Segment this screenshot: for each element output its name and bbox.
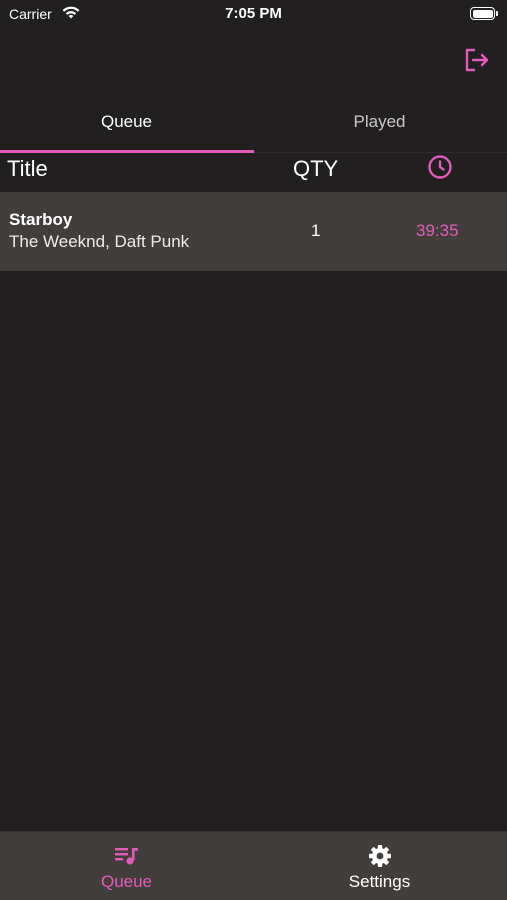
- app-screen: Carrier 7:05 PM Queue Played Title QTY S…: [0, 0, 507, 900]
- tabbar-label-queue: Queue: [100, 872, 153, 891]
- song-title: Starboy: [9, 210, 73, 229]
- column-header-qty: QTY: [293, 156, 339, 181]
- status-time: 7:05 PM: [225, 5, 282, 22]
- tabbar-item-queue[interactable]: Queue: [0, 832, 253, 900]
- logout-icon: [465, 48, 489, 72]
- tabbar-item-settings[interactable]: Settings: [253, 832, 506, 900]
- table-row[interactable]: Starboy The Weeknd, Daft Punk 1 39:35: [0, 192, 507, 271]
- song-time: 39:35: [416, 221, 459, 240]
- bottom-tab-bar: Queue Settings: [0, 831, 507, 900]
- song-qty: 1: [311, 221, 321, 240]
- tab-queue[interactable]: Queue: [0, 104, 253, 154]
- tabbar-label-settings: Settings: [348, 872, 411, 891]
- battery-icon: [470, 7, 498, 20]
- status-bar: Carrier 7:05 PM: [0, 0, 507, 28]
- clock-icon: [427, 154, 453, 180]
- column-header-title: Title: [7, 156, 48, 181]
- gear-icon: [367, 844, 393, 868]
- song-artist: The Weeknd, Daft Punk: [9, 232, 190, 251]
- logout-button[interactable]: [463, 46, 491, 74]
- queue-music-icon: [114, 844, 140, 868]
- tab-bar-top: Queue Played: [0, 104, 507, 154]
- tab-played[interactable]: Played: [253, 104, 506, 154]
- table-header: Title QTY: [0, 152, 507, 192]
